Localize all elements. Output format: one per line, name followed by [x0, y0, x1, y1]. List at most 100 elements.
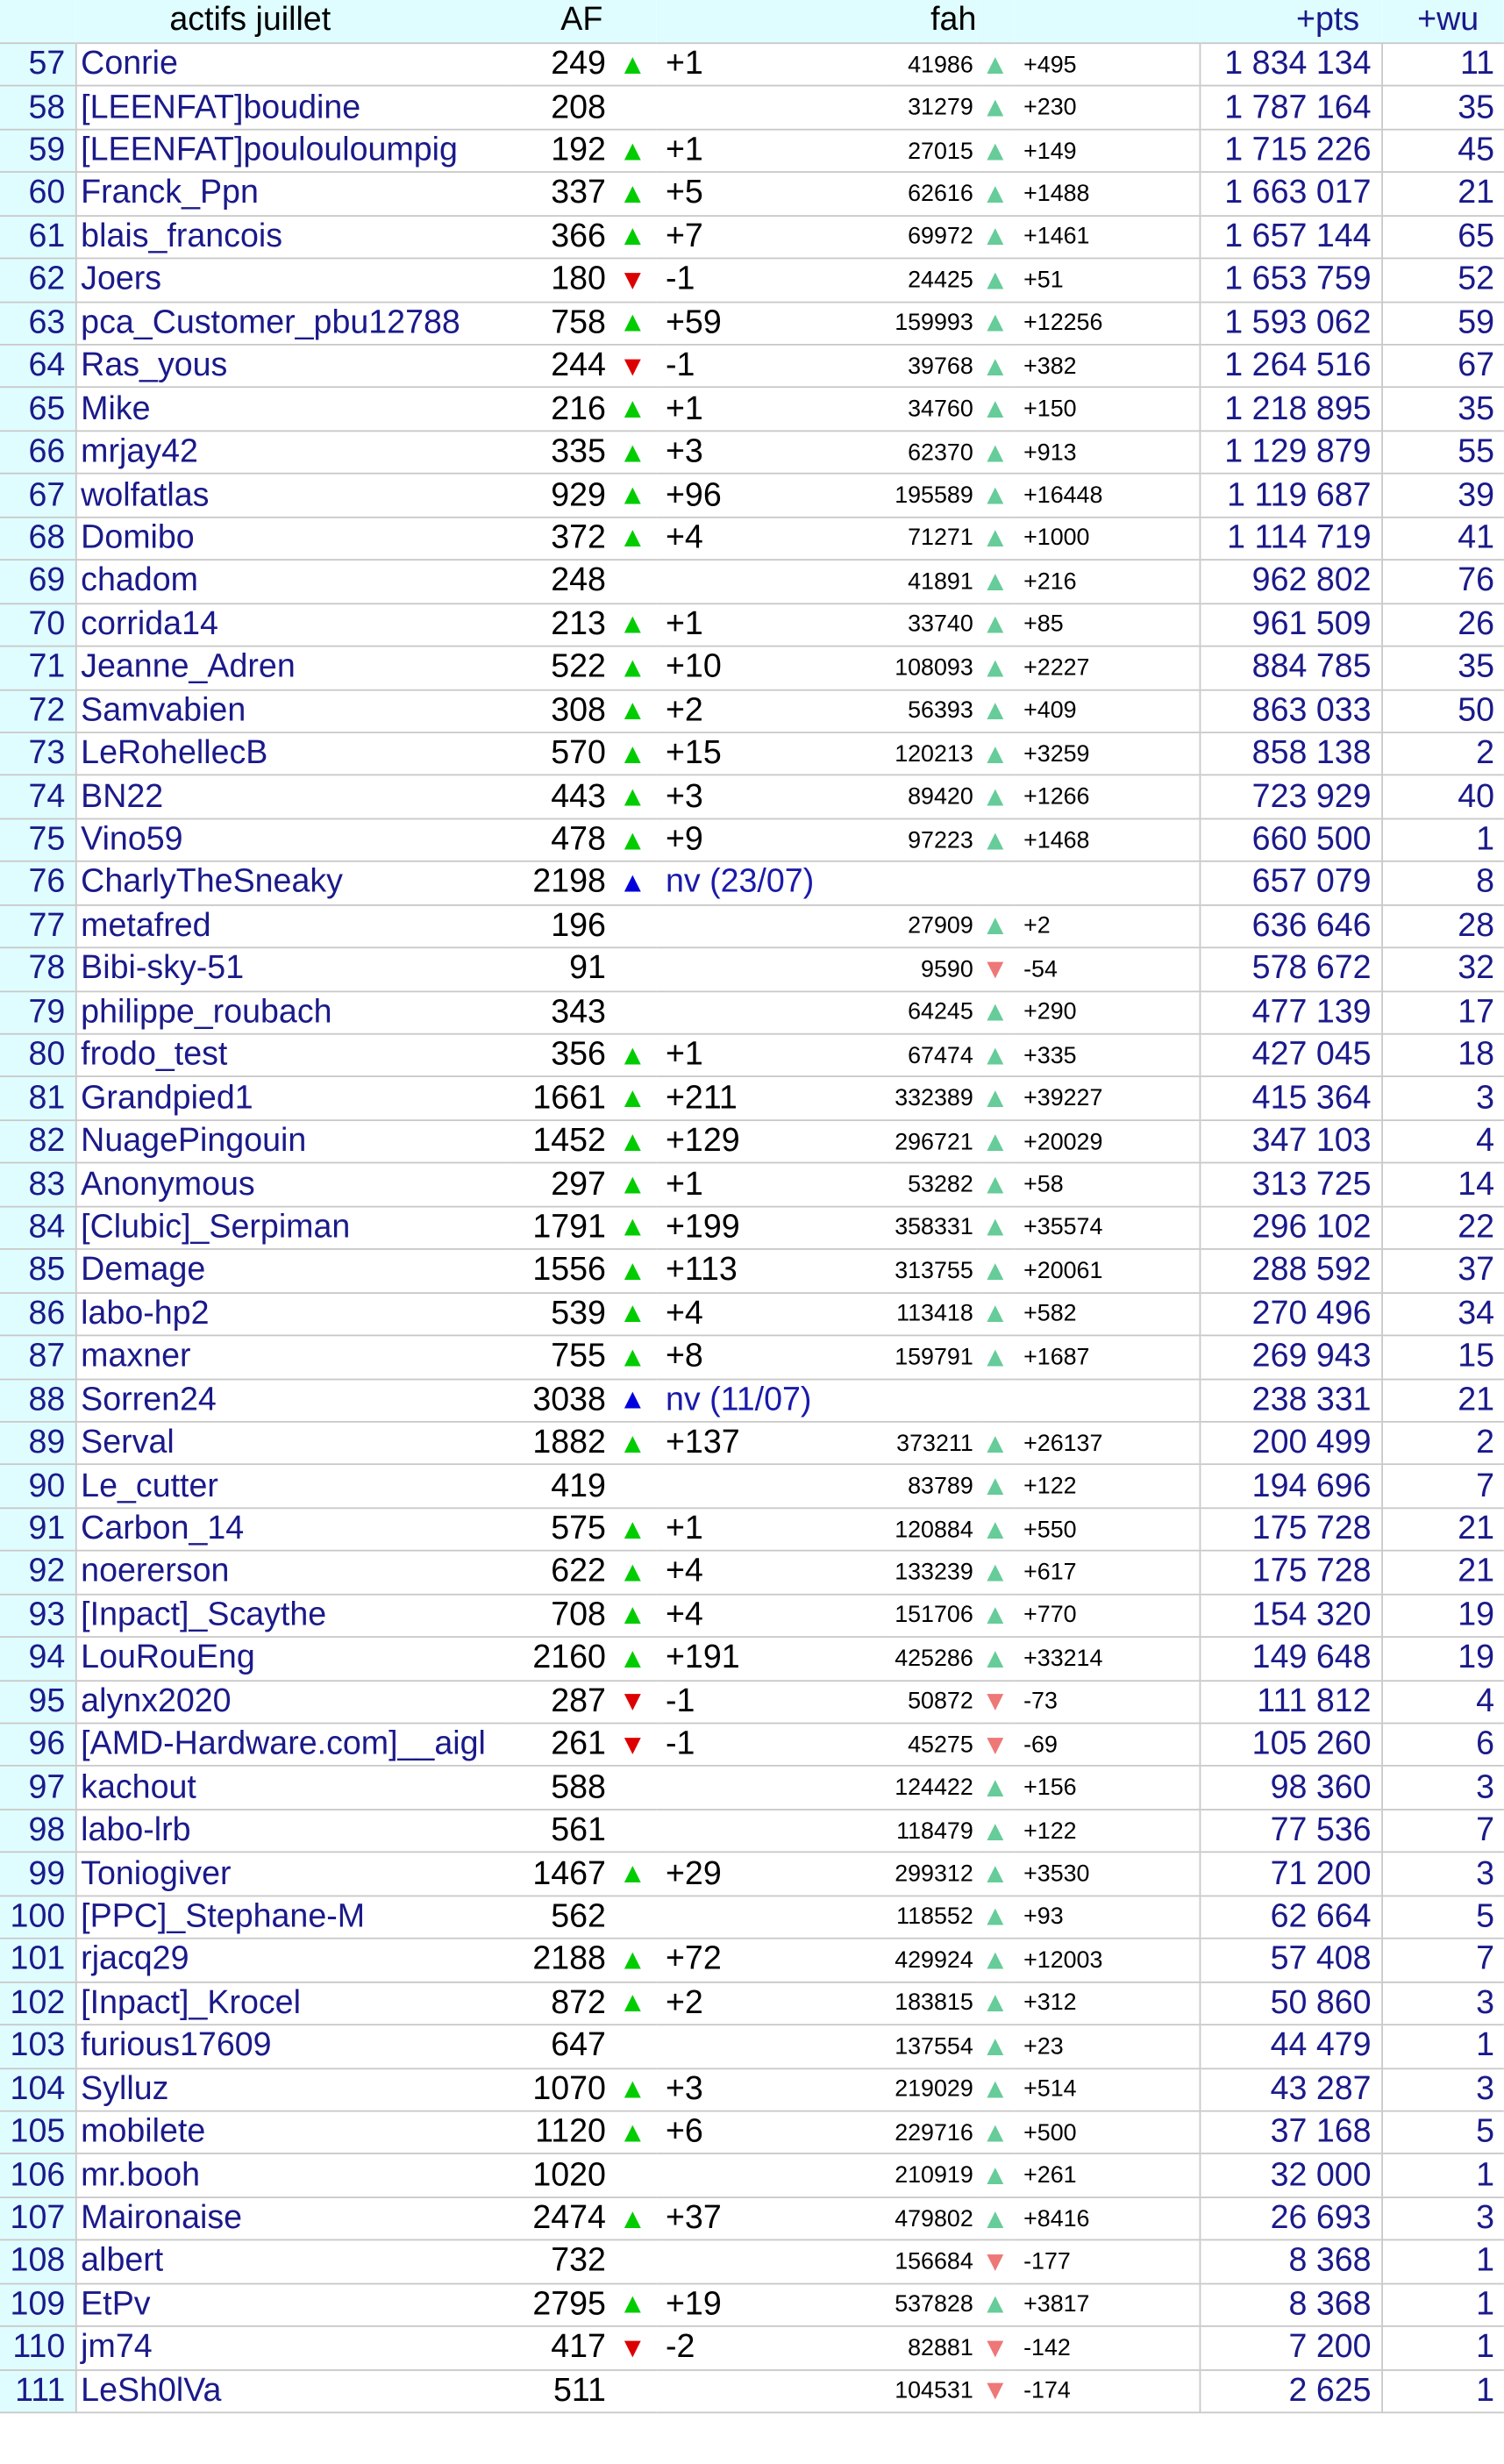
af-delta-cell — [656, 947, 886, 992]
member-name-link[interactable]: mrjay42 — [75, 431, 509, 475]
member-name-link[interactable]: Franck_Ppn — [75, 172, 509, 217]
member-name-link[interactable]: blais_francois — [75, 215, 509, 260]
member-name-link[interactable]: BN22 — [75, 775, 509, 820]
member-name-link[interactable]: Serval — [75, 1421, 509, 1466]
table-row: 99 Toniogiver 1467 ▲ +29 299312 ▲ +3530 71 200 3 — [0, 1852, 1504, 1896]
header-fah: fah — [885, 0, 977, 45]
fah-rank-cell: 425286 — [885, 1637, 977, 1682]
rank-cell: 73 — [0, 732, 76, 776]
fah-delta-cell: +35574 — [1014, 1206, 1200, 1251]
triangle-up-icon: ▲ — [976, 1076, 1015, 1121]
member-name-link[interactable]: Carbon_14 — [75, 1507, 509, 1552]
af-delta-cell: +37 — [656, 2196, 886, 2241]
triangle-up-icon: ▲ — [976, 1464, 1015, 1509]
member-name-link[interactable]: Le_cutter — [75, 1464, 509, 1509]
af-delta-cell — [656, 560, 886, 604]
member-name-link[interactable]: Mike — [75, 388, 509, 432]
member-name-link[interactable]: Domibo — [75, 517, 509, 561]
member-name-link[interactable]: [LEENFAT]boudine — [75, 86, 509, 131]
member-name-link[interactable]: Sylluz — [75, 2068, 509, 2112]
table-row: 75 Vino59 478 ▲ +9 97223 ▲ +1468 660 500 1 — [0, 818, 1504, 863]
member-name-link[interactable]: Sorren24 — [75, 1378, 509, 1423]
member-name-link[interactable]: wolfatlas — [75, 474, 509, 518]
rank-cell: 100 — [0, 1895, 76, 1940]
member-name-link[interactable]: Vino59 — [75, 818, 509, 863]
points-cell: 1 657 144 — [1198, 215, 1382, 260]
member-name-link[interactable]: metafred — [75, 904, 509, 949]
triangle-up-icon: ▲ — [976, 2282, 1015, 2328]
member-name-link[interactable]: pca_Customer_pbu12788 — [75, 301, 509, 346]
fah-delta-cell: +770 — [1014, 1594, 1200, 1639]
fah-delta-cell: -54 — [1014, 947, 1200, 992]
fah-delta-cell: +122 — [1014, 1464, 1200, 1509]
member-name-link[interactable]: NuagePingouin — [75, 1119, 509, 1164]
member-name-link[interactable]: labo-hp2 — [75, 1292, 509, 1337]
af-rank-cell: 335 — [508, 431, 609, 475]
work-units-cell: 28 — [1380, 904, 1504, 949]
member-name-link[interactable]: philippe_roubach — [75, 990, 509, 1035]
member-name-link[interactable]: labo-lrb — [75, 1809, 509, 1853]
member-name-link[interactable]: Jeanne_Adren — [75, 646, 509, 690]
fah-delta-cell: +1266 — [1014, 775, 1200, 820]
member-name-link[interactable]: LeRohellecB — [75, 732, 509, 776]
member-name-link[interactable]: maxner — [75, 1335, 509, 1380]
member-name-link[interactable]: CharlyTheSneaky — [75, 861, 509, 906]
points-cell: 2 625 — [1198, 2369, 1382, 2414]
member-name-link[interactable]: jm74 — [75, 2326, 509, 2371]
triangle-up-icon: ▲ — [609, 1637, 657, 1682]
member-name-link[interactable]: noererson — [75, 1551, 509, 1596]
member-name-link[interactable]: Samvabien — [75, 689, 509, 733]
fah-rank-cell: 50872 — [885, 1680, 977, 1725]
member-name-link[interactable]: furious17609 — [75, 2025, 509, 2069]
member-name-link[interactable]: [Inpact]_Krocel — [75, 1982, 509, 2026]
fah-delta-cell: -69 — [1014, 1723, 1200, 1768]
member-name-link[interactable]: alynx2020 — [75, 1680, 509, 1725]
member-name-link[interactable]: Demage — [75, 1249, 509, 1294]
rank-cell: 71 — [0, 646, 76, 690]
member-name-link[interactable]: [AMD-Hardware.com]__aigl — [75, 1723, 509, 1768]
member-name-link[interactable]: EtPv — [75, 2282, 509, 2328]
work-units-cell: 14 — [1380, 1163, 1504, 1208]
member-name-link[interactable]: [Clubic]_Serpiman — [75, 1206, 509, 1251]
member-name-link[interactable]: Grandpied1 — [75, 1076, 509, 1121]
member-name-link[interactable]: Ras_yous — [75, 344, 509, 389]
triangle-up-icon: ▲ — [976, 1766, 1015, 1811]
member-name-link[interactable]: LeSh0lVa — [75, 2369, 509, 2414]
triangle-up-icon: ▲ — [609, 431, 657, 475]
new-entry-icon: ▲ — [609, 1378, 657, 1423]
member-name-link[interactable]: [Inpact]_Scaythe — [75, 1594, 509, 1639]
work-units-cell: 3 — [1380, 2068, 1504, 2112]
work-units-cell: 21 — [1380, 1378, 1504, 1423]
work-units-cell: 6 — [1380, 1723, 1504, 1768]
member-name-link[interactable]: mr.booh — [75, 2153, 509, 2198]
af-delta-cell: +6 — [656, 2110, 886, 2155]
header-rank — [0, 0, 75, 45]
no-change-icon — [609, 1809, 657, 1853]
fah-delta-cell: +409 — [1014, 689, 1200, 733]
member-name-link[interactable]: mobilete — [75, 2110, 509, 2155]
member-name-link[interactable]: Conrie — [75, 43, 509, 88]
member-name-link[interactable]: [PPC]_Stephane-M — [75, 1895, 509, 1940]
member-name-link[interactable]: rjacq29 — [75, 1939, 509, 1983]
points-cell: 7 200 — [1198, 2326, 1382, 2371]
triangle-up-icon: ▲ — [609, 1163, 657, 1208]
af-rank-cell: 732 — [508, 2239, 609, 2284]
triangle-down-icon: ▼ — [609, 1680, 657, 1725]
member-name-link[interactable]: albert — [75, 2239, 509, 2284]
member-name-link[interactable]: Bibi-sky-51 — [75, 947, 509, 992]
member-name-link[interactable]: Maironaise — [75, 2196, 509, 2241]
member-name-link[interactable]: Anonymous — [75, 1163, 509, 1208]
member-name-link[interactable]: Toniogiver — [75, 1852, 509, 1896]
fah-delta-cell: +58 — [1014, 1163, 1200, 1208]
triangle-down-icon: ▼ — [976, 947, 1015, 992]
member-name-link[interactable]: chadom — [75, 560, 509, 604]
member-name-link[interactable]: kachout — [75, 1766, 509, 1811]
member-name-link[interactable]: LouRouEng — [75, 1637, 509, 1682]
member-name-link[interactable]: frodo_test — [75, 1033, 509, 1078]
points-cell: 98 360 — [1198, 1766, 1382, 1811]
member-name-link[interactable]: Joers — [75, 258, 509, 303]
member-name-link[interactable]: [LEENFAT]poulouloumpig — [75, 129, 509, 174]
member-name-link[interactable]: corrida14 — [75, 603, 509, 647]
triangle-up-icon: ▲ — [976, 301, 1015, 346]
rank-cell: 106 — [0, 2153, 76, 2198]
